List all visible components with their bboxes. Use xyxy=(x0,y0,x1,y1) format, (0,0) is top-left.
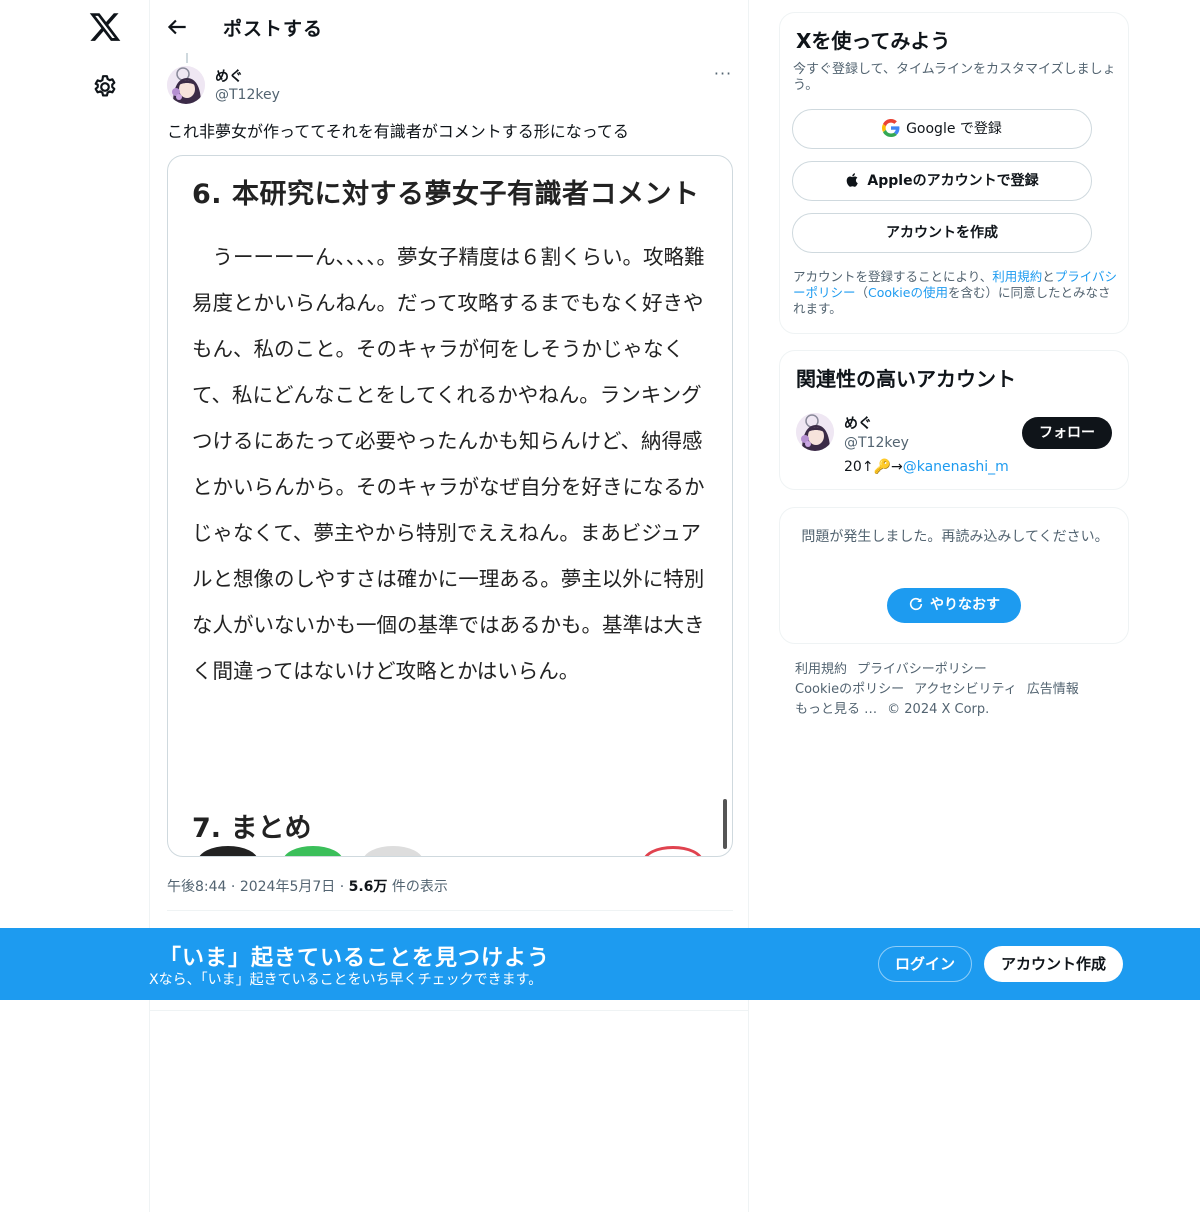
left-nav xyxy=(0,0,149,1212)
post-date[interactable]: 2024年5月7日 xyxy=(240,879,335,895)
legal-and: と xyxy=(1042,269,1055,284)
google-signup-label: Google で登録 xyxy=(906,121,1002,137)
meta-separator: · xyxy=(339,879,349,895)
bottom-banner: 「いま」起きていることを見つけよう Xなら、「いま」起きていることをいち早くチェ… xyxy=(0,928,1200,1000)
terms-link[interactable]: 利用規約 xyxy=(992,269,1042,284)
apple-signup-button[interactable]: Appleのアカウントで登録 xyxy=(792,161,1092,201)
divider xyxy=(167,910,733,911)
image-decoration xyxy=(363,846,423,856)
post-image[interactable]: 6. 本研究に対する夢女子有識者コメント うーーーーん、、、、。夢女子精度は６割… xyxy=(167,155,733,857)
image-decoration xyxy=(283,846,343,856)
footer-link[interactable]: もっと見る … xyxy=(795,702,877,717)
legal-text: アカウントを登録することにより、利用規約とプライバシーポリシー（Cookieの使… xyxy=(793,269,1119,317)
post-time[interactable]: 午後8:44 xyxy=(167,879,226,895)
meta-separator: · xyxy=(230,879,240,895)
signup-card: Xを使ってみよう 今すぐ登録して、タイムラインをカスタマイズしましょう。 Goo… xyxy=(779,12,1129,334)
related-bio-text: 20↑🔑→ xyxy=(844,459,903,475)
author-handle[interactable]: @T12key xyxy=(215,87,280,103)
refresh-icon xyxy=(909,597,923,610)
error-card: 問題が発生しました。再読み込みしてください。 やりなおす xyxy=(779,507,1129,644)
image-decoration xyxy=(643,846,703,856)
avatar[interactable] xyxy=(796,413,834,451)
related-accounts-card: 関連性の高いアカウント めぐ @T12key 20↑🔑→@kanenashi_m… xyxy=(779,350,1129,490)
page-title: ポストする xyxy=(223,18,324,40)
image-next-heading: 7. まとめ xyxy=(192,813,312,844)
apple-icon xyxy=(847,172,859,187)
image-body-text: うーーーーん、、、、。夢女子精度は６割くらい。攻略難易度とかいらんねん。だって攻… xyxy=(192,234,712,694)
avatar-image-icon xyxy=(167,66,205,104)
create-account-button[interactable]: アカウントを作成 xyxy=(792,213,1092,253)
more-options-icon[interactable]: ··· xyxy=(708,64,738,86)
related-handle[interactable]: @T12key xyxy=(844,435,909,451)
footer-link[interactable]: プライバシーポリシー xyxy=(857,662,987,677)
related-title: 関連性の高いアカウント xyxy=(796,367,1016,391)
copyright: © 2024 X Corp. xyxy=(887,702,990,717)
google-signup-button[interactable]: Google で登録 xyxy=(792,109,1092,149)
image-scrollbar xyxy=(723,799,727,849)
related-bio: 20↑🔑→@kanenashi_m xyxy=(844,459,1009,475)
main-column: ポストする めぐ @T12key ··· これ非夢女が作っててそれを有識者がコメ… xyxy=(149,0,749,1212)
footer-link[interactable]: アクセシビリティ xyxy=(914,682,1017,697)
related-bio-link[interactable]: @kanenashi_m xyxy=(903,459,1009,475)
views-count: 5.6万 xyxy=(348,879,388,895)
cookie-link[interactable]: Cookieの使用 xyxy=(868,285,948,300)
footer-links: 利用規約 プライバシーポリシー Cookieのポリシー アクセシビリティ 広告情報 も… xyxy=(795,660,1125,720)
post-meta: 午後8:44 · 2024年5月7日 · 5.6万 件の表示 xyxy=(167,876,448,896)
signup-title: Xを使ってみよう xyxy=(796,29,951,53)
x-logo-icon[interactable] xyxy=(88,10,122,44)
login-button[interactable]: ログイン xyxy=(878,946,972,982)
gear-icon[interactable] xyxy=(92,74,118,100)
banner-title: 「いま」起きていることを見つけよう xyxy=(159,946,551,971)
legal-prefix: アカウントを登録することにより、 xyxy=(793,269,993,284)
signup-button[interactable]: アカウント作成 xyxy=(984,946,1123,982)
footer-link[interactable]: 広告情報 xyxy=(1027,682,1079,697)
footer-link[interactable]: 利用規約 xyxy=(795,662,847,677)
retry-button[interactable]: やりなおす xyxy=(887,588,1021,623)
divider xyxy=(150,1010,748,1011)
back-arrow-icon[interactable] xyxy=(164,14,190,40)
avatar-image-icon xyxy=(796,413,834,451)
page-header: ポストする xyxy=(150,0,748,53)
retry-label: やりなおす xyxy=(930,597,1000,613)
post-text: これ非夢女が作っててそれを有識者がコメントする形になってる xyxy=(167,122,629,141)
footer-link[interactable]: Cookieのポリシー xyxy=(795,682,904,697)
views-label: 件の表示 xyxy=(391,879,448,895)
error-message: 問題が発生しました。再読み込みしてください。 xyxy=(801,529,1109,545)
follow-button[interactable]: フォロー xyxy=(1022,417,1112,449)
apple-signup-label: Appleのアカウントで登録 xyxy=(867,173,1039,189)
image-heading: 6. 本研究に対する夢女子有識者コメント xyxy=(192,179,700,210)
avatar[interactable] xyxy=(167,66,205,104)
signup-subtitle: 今すぐ登録して、タイムラインをカスタマイズしましょう。 xyxy=(793,62,1116,93)
legal-paren: （ xyxy=(855,285,869,300)
thread-line xyxy=(186,53,188,63)
image-body-paragraph: うーーーーん、、、、。夢女子精度は６割くらい。攻略難易度とかいらんねん。だって攻… xyxy=(192,245,705,683)
google-icon xyxy=(882,118,900,137)
related-name[interactable]: めぐ xyxy=(844,413,872,433)
banner-subtitle: Xなら、「いま」起きていることをいち早くチェックできます。 xyxy=(149,972,543,988)
image-decoration xyxy=(198,846,258,856)
author-name[interactable]: めぐ xyxy=(215,66,243,86)
